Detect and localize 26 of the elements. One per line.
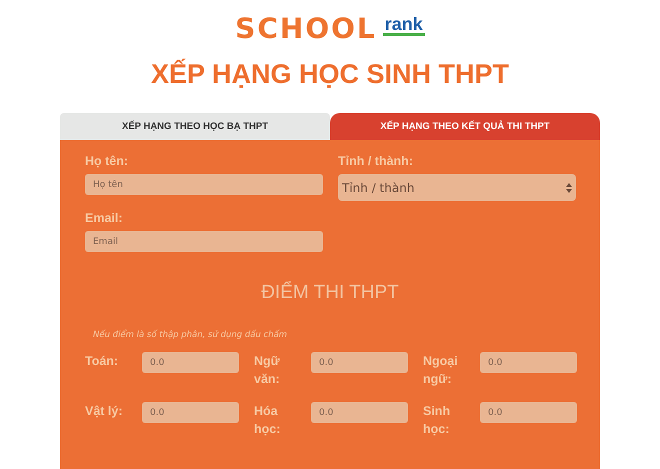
tab[interactable]: XẾP HẠNG THEO HỌC BẠ THPT (60, 113, 330, 140)
field-label: Tỉnh / thành: (338, 154, 414, 168)
score-label: Ngữ văn: (254, 353, 281, 388)
score-label: Ngoại ngữ: (423, 353, 459, 388)
score-label: Vật lý: (85, 403, 124, 420)
tab[interactable]: XẾP HẠNG THEO KẾT QUẢ THI THPT (330, 113, 600, 140)
field-label: Họ tên: (85, 154, 130, 168)
score-label: Sinh học: (423, 403, 452, 438)
province-select[interactable]: Tỉnh / thành (338, 174, 576, 201)
logo-badge: rank (382, 15, 425, 36)
score-field[interactable]: 0.0 (142, 352, 239, 373)
score-field[interactable]: 0.0 (142, 402, 239, 423)
updown-icon (566, 182, 572, 192)
name-field[interactable]: Họ tên (85, 174, 323, 195)
score-field[interactable]: 0.0 (311, 352, 408, 373)
score-field[interactable]: 0.0 (311, 402, 408, 423)
logo-text: SCHOOL (235, 14, 377, 44)
score-field[interactable]: 0.0 (480, 402, 577, 423)
page-title: XẾP HẠNG HỌC SINH THPT (150, 58, 510, 90)
email-field[interactable]: Email (85, 231, 323, 252)
field-label: Email: (85, 211, 124, 225)
score-label: Hóa học: (254, 403, 282, 438)
score-label: Toán: (85, 353, 120, 370)
hint-text: Nếu điểm là số thập phân, sử dụng dấu chấm (93, 330, 288, 340)
section-heading: ĐIỂM THI THPT (260, 282, 400, 304)
score-field[interactable]: 0.0 (480, 352, 577, 373)
